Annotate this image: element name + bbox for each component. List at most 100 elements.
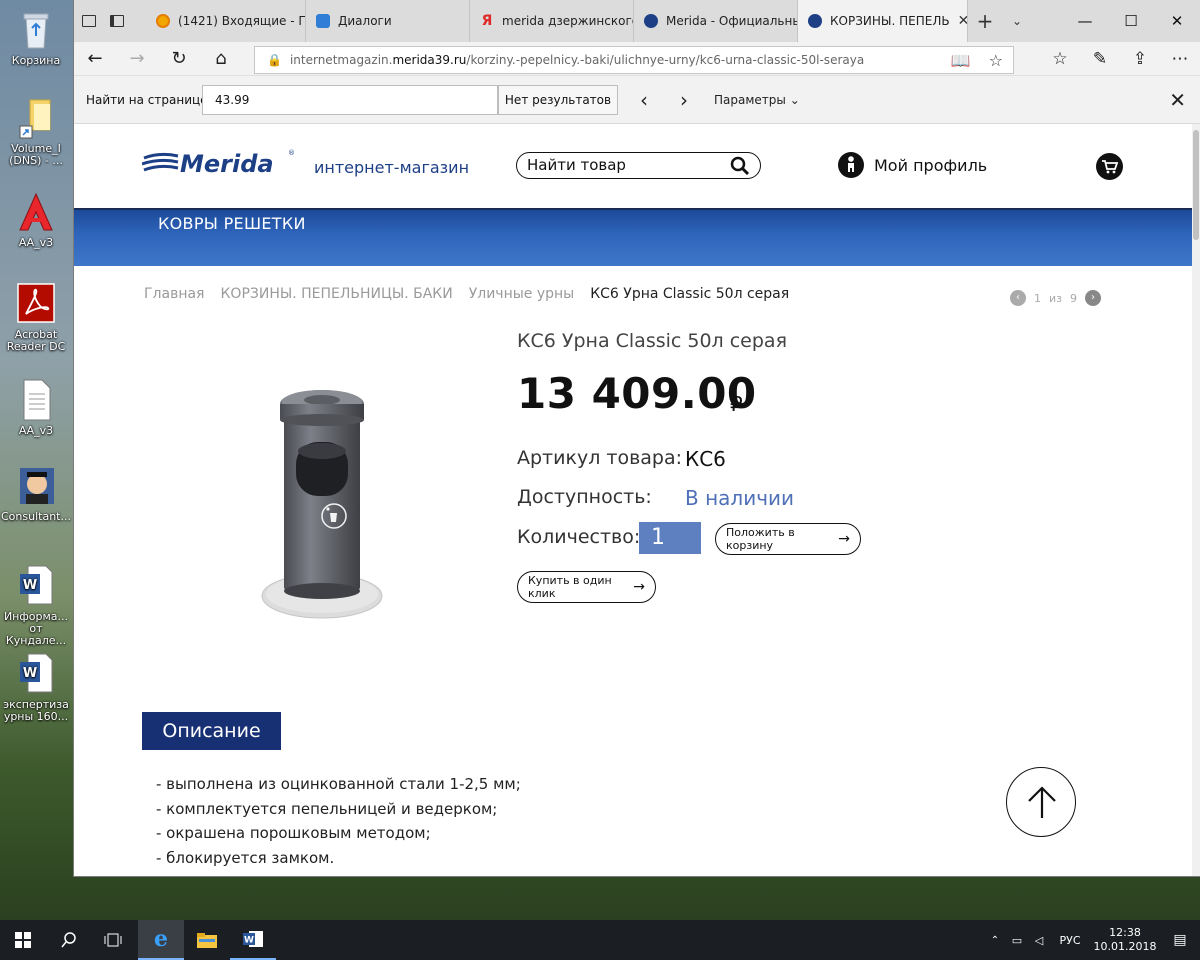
- currency-symbol: ₽: [730, 392, 743, 416]
- list-item: - окрашена порошковым методом;: [156, 824, 431, 842]
- web-note-icon[interactable]: ✎: [1080, 49, 1120, 69]
- favorites-hub-icon[interactable]: ☆: [1040, 49, 1080, 69]
- product-image[interactable]: [250, 376, 394, 626]
- merida-logo[interactable]: Merida ®: [141, 146, 295, 180]
- desktop-icon-label: Информа... от Кундале...: [3, 610, 69, 647]
- tab-current[interactable]: КОРЗИНЫ. ПЕПЕЛЬ ✕: [798, 0, 968, 42]
- taskbar-explorer[interactable]: [184, 920, 230, 960]
- home-icon[interactable]: ⌂: [200, 48, 242, 69]
- sku-value: КС6: [685, 447, 726, 471]
- desktop-icon-label: Volume_I (DNS) - ...: [9, 142, 63, 167]
- start-button[interactable]: [0, 920, 46, 960]
- arrow-right-icon: →: [633, 579, 645, 595]
- clock[interactable]: 12:38 10.01.2018: [1090, 926, 1160, 954]
- page-scrollbar[interactable]: [1192, 124, 1200, 876]
- network-icon[interactable]: ▭: [1006, 934, 1028, 947]
- availability-value: В наличии: [685, 486, 795, 510]
- new-tab-button[interactable]: +: [968, 0, 1002, 42]
- refresh-icon[interactable]: ↻: [158, 48, 200, 69]
- find-previous-icon[interactable]: ‹: [640, 88, 648, 112]
- search-icon[interactable]: [730, 156, 750, 183]
- quantity-input[interactable]: 1: [639, 522, 701, 554]
- desktop-icon-word-doc-2[interactable]: W экспертиза урны 160...: [0, 652, 72, 723]
- add-to-cart-button[interactable]: Положить в корзину →: [715, 523, 861, 555]
- tab-dialogs[interactable]: Диалоги: [306, 0, 470, 42]
- favorite-star-icon[interactable]: ☆: [989, 51, 1003, 70]
- desktop-icon-label: экспертиза урны 160...: [3, 698, 69, 723]
- scroll-to-top-button[interactable]: [1006, 767, 1076, 837]
- buy-one-click-button[interactable]: Купить в один клик →: [517, 571, 656, 603]
- taskbar-edge[interactable]: e: [138, 920, 184, 960]
- tray-expand-icon[interactable]: ⌃: [984, 935, 1006, 946]
- lock-icon: 🔒: [267, 53, 282, 67]
- language-indicator[interactable]: РУС: [1050, 934, 1090, 947]
- pager-next-icon[interactable]: ›: [1085, 290, 1101, 306]
- desktop-icon-word-doc-1[interactable]: W Информа... от Кундале...: [0, 564, 72, 647]
- more-menu-icon[interactable]: ⋯: [1160, 49, 1200, 69]
- find-on-page-bar: Найти на странице 43.99 Нет результатов …: [74, 76, 1200, 124]
- search-button[interactable]: [46, 920, 92, 960]
- browser-window: (1421) Входящие - Поч Диалоги Я merida д…: [74, 0, 1200, 876]
- task-view-icon: [104, 933, 122, 947]
- user-icon: [838, 152, 864, 178]
- breadcrumb-current: КС6 Урна Classic 50л серая: [590, 286, 790, 302]
- task-view-button[interactable]: [90, 920, 136, 960]
- breadcrumb-category[interactable]: КОРЗИНЫ. ПЕПЕЛЬНИЦЫ. БАКИ: [220, 286, 452, 302]
- close-tab-icon[interactable]: ✕: [958, 13, 967, 29]
- share-icon[interactable]: ⇪: [1120, 49, 1160, 69]
- taskbar: e W ⌃ ▭ ◁ РУС 12:38 10.01.2018 ▤: [0, 920, 1200, 960]
- profile-link[interactable]: Мой профиль: [838, 152, 987, 178]
- volume-icon[interactable]: ◁: [1028, 934, 1050, 947]
- availability-row: Доступность: В наличии: [517, 486, 794, 510]
- tab-mail[interactable]: (1421) Входящие - Поч: [146, 0, 306, 42]
- taskbar-word[interactable]: W: [230, 920, 276, 960]
- pager-of: из: [1049, 291, 1062, 305]
- desktop-icon-volume[interactable]: Volume_I (DNS) - ...: [0, 96, 72, 167]
- windows-icon: [15, 932, 31, 948]
- find-options-dropdown[interactable]: Параметры ⌄: [714, 93, 800, 107]
- chevron-down-icon: ⌄: [789, 93, 800, 107]
- system-tray: ⌃ ▭ ◁ РУС 12:38 10.01.2018 ▤: [984, 920, 1200, 960]
- back-icon[interactable]: ←: [74, 48, 116, 69]
- word-icon: W: [243, 931, 263, 947]
- tab-yandex-search[interactable]: Я merida дзержинского -: [470, 0, 634, 42]
- find-input[interactable]: 43.99: [202, 85, 498, 115]
- address-bar[interactable]: 🔒 internetmagazin.merida39.ru/korziny.-p…: [254, 46, 1014, 74]
- desktop-icon-aa-v3-file[interactable]: AA_v3: [0, 378, 72, 437]
- desktop-icon-recycle-bin[interactable]: Корзина: [0, 8, 72, 67]
- desktop-icon-acrobat[interactable]: Acrobat Reader DC: [0, 282, 72, 353]
- desktop-icon-label: Корзина: [11, 54, 61, 67]
- desktop-icon-consultant[interactable]: Consultant...: [0, 464, 72, 523]
- list-item: - блокируется замком.: [156, 848, 335, 867]
- tab-label: Диалоги: [338, 14, 392, 28]
- show-tabs-icon[interactable]: [110, 15, 124, 27]
- desktop-icon-aa-v3-app[interactable]: AA_v3: [0, 190, 72, 249]
- acrobat-reader-icon: [16, 282, 56, 326]
- edge-icon: e: [154, 926, 168, 952]
- cart-button[interactable]: [1096, 153, 1123, 180]
- breadcrumb-subcategory[interactable]: Уличные урны: [469, 286, 575, 302]
- product-search-input[interactable]: Найти товар: [516, 152, 761, 179]
- arrow-up-icon: [1028, 786, 1056, 818]
- forward-icon[interactable]: →: [116, 48, 158, 69]
- tab-merida-official[interactable]: Merida - Официальный: [634, 0, 798, 42]
- search-icon: [61, 932, 76, 948]
- tab-description[interactable]: Описание: [142, 712, 281, 750]
- notifications-icon[interactable]: ▤: [1160, 932, 1200, 948]
- maximize-icon[interactable]: ☐: [1108, 0, 1154, 42]
- merida-favicon-icon: [644, 14, 658, 28]
- chat-favicon-icon: [316, 14, 330, 28]
- minimize-icon[interactable]: —: [1062, 0, 1108, 42]
- tab-preview-chevron-icon[interactable]: ⌄: [1002, 0, 1032, 42]
- reading-view-icon[interactable]: 📖: [951, 51, 971, 70]
- svg-text:W: W: [23, 578, 37, 593]
- pager-prev-icon[interactable]: ‹: [1010, 290, 1026, 306]
- site-header: Merida ® интернет-магазин Найти товар Мо…: [74, 124, 1192, 208]
- set-aside-tabs-icon[interactable]: [82, 15, 96, 27]
- banner-title[interactable]: КОВРЫ РЕШЕТКИ: [158, 214, 306, 233]
- scrollbar-thumb[interactable]: [1193, 130, 1199, 240]
- find-next-icon[interactable]: ›: [680, 88, 688, 112]
- breadcrumb-home[interactable]: Главная: [144, 286, 204, 302]
- close-window-icon[interactable]: ✕: [1154, 0, 1200, 42]
- find-close-icon[interactable]: ✕: [1169, 88, 1186, 112]
